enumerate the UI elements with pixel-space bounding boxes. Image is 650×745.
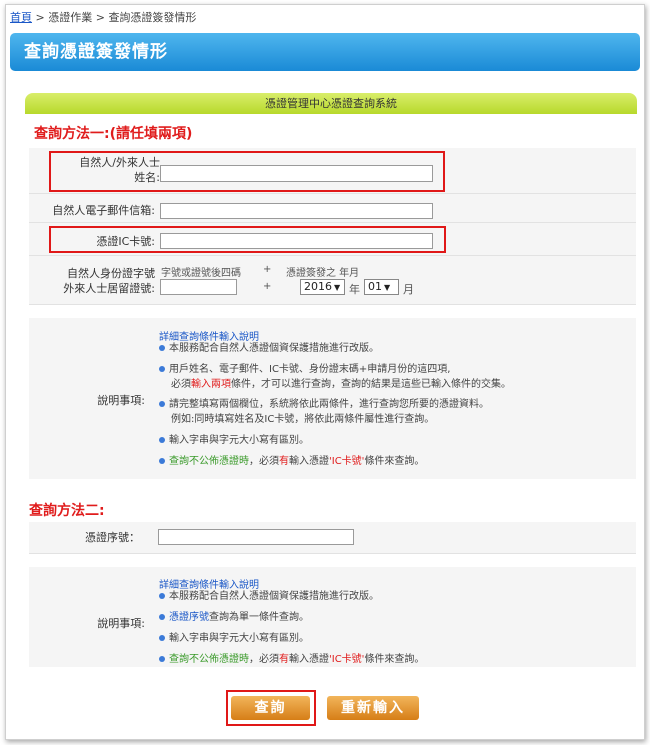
breadcrumb-current: 查詢憑證簽發情形 xyxy=(108,11,197,24)
month-unit: 月 xyxy=(403,283,414,296)
breadcrumb: 首頁 > 憑證作業 > 查詢憑證簽發情形 xyxy=(10,9,196,25)
bullet-dot-icon xyxy=(159,593,165,599)
query-button-highlight-box xyxy=(226,690,316,726)
method1-notes-label: 說明事項: xyxy=(97,394,145,407)
note-item: 本服務配合自然人憑證個資保護措施進行改版。 xyxy=(159,590,379,603)
breadcrumb-section: 憑證作業 xyxy=(48,11,93,24)
id-label: 自然人身份證字號 外來人士居留證號: xyxy=(27,266,155,296)
bullet-dot-icon xyxy=(159,656,165,662)
year-unit: 年 xyxy=(349,283,360,296)
id-hint: 字號或證號後四碼 xyxy=(161,268,241,279)
email-label: 自然人電子郵件信箱: xyxy=(52,204,155,217)
note-item: 憑證序號查詢為單一條件查詢。 xyxy=(159,611,309,624)
page-title: 查詢憑證簽發情形 xyxy=(24,42,168,62)
note-item: 請完整填寫兩個欄位，系統將依此兩條件，進行查詢您所要的憑證資料。 xyxy=(159,398,489,411)
bullet-dot-icon xyxy=(159,366,165,372)
method2-title: 查詢方法二: xyxy=(29,503,105,519)
query-panel: 憑證管理中心憑證查詢系統 查詢方法一:(請任填兩項) 自然人/外來人士 姓名: … xyxy=(25,93,637,733)
note-item: 本服務配合自然人憑證個資保護措施進行改版。 xyxy=(159,342,379,355)
bullet-dot-icon xyxy=(159,437,165,443)
note-item: 用戶姓名、電子郵件、IC卡號、身份證末碼+申請月份的這四項, xyxy=(159,363,451,376)
method1-notes-title: 詳細查詢條件輸入說明 xyxy=(159,332,259,343)
date-hint: 憑證簽發之 年月 xyxy=(286,268,360,279)
year-select-value: 2016 xyxy=(304,280,332,293)
breadcrumb-separator: > xyxy=(92,11,109,24)
email-input[interactable] xyxy=(160,203,433,219)
id-last4-input[interactable] xyxy=(160,279,237,295)
breadcrumb-separator: > xyxy=(32,11,49,24)
note-item: 查詢不公佈憑證時，必須有輸入憑證'IC卡號'條件來查詢。 xyxy=(159,455,424,468)
method2-notes-label: 說明事項: xyxy=(97,617,145,630)
id-label-line2: 外來人士居留證號: xyxy=(63,282,155,295)
bullet-dot-icon xyxy=(159,401,165,407)
method2-notes-title: 詳細查詢條件輸入說明 xyxy=(159,580,259,591)
id-label-line1: 自然人身份證字號 xyxy=(67,267,155,280)
year-select[interactable]: 2016 ▼ xyxy=(300,279,345,295)
note-item-continued: 必須輸入兩項條件，才可以進行查詢，查詢的結果是這些已輸入條件的交集。 xyxy=(171,379,511,390)
chevron-down-icon: ▼ xyxy=(334,283,341,292)
note-item: 輸入字串與字元大小寫有區別。 xyxy=(159,632,309,645)
bullet-dot-icon xyxy=(159,345,165,351)
page-frame: 首頁 > 憑證作業 > 查詢憑證簽發情形 查詢憑證簽發情形 憑證管理中心憑證查詢… xyxy=(5,4,645,740)
name-highlight-box xyxy=(49,151,445,192)
plus-sign: + xyxy=(263,264,272,275)
method1-title: 查詢方法一:(請任填兩項) xyxy=(34,126,193,142)
page-title-bar: 查詢憑證簽發情形 xyxy=(10,33,640,71)
system-title: 憑證管理中心憑證查詢系統 xyxy=(25,93,637,114)
note-item-continued: 例如:同時填寫姓名及IC卡號，將依此兩條件屬性進行查詢。 xyxy=(171,414,435,425)
serial-input[interactable] xyxy=(158,529,354,545)
serial-label: 憑證序號： xyxy=(85,531,140,544)
bullet-dot-icon xyxy=(159,614,165,620)
plus-sign: + xyxy=(263,281,272,292)
bullet-dot-icon xyxy=(159,635,165,641)
month-select-value: 01 xyxy=(368,280,382,293)
note-item: 輸入字串與字元大小寫有區別。 xyxy=(159,434,309,447)
month-select[interactable]: 01 ▼ xyxy=(364,279,399,295)
breadcrumb-home-link[interactable]: 首頁 xyxy=(10,11,32,24)
note-item: 查詢不公佈憑證時，必須有輸入憑證'IC卡號'條件來查詢。 xyxy=(159,653,424,666)
ic-card-highlight-box xyxy=(49,226,446,253)
reset-button[interactable]: 重新輸入 xyxy=(327,696,419,720)
chevron-down-icon: ▼ xyxy=(384,283,391,292)
bullet-dot-icon xyxy=(159,458,165,464)
